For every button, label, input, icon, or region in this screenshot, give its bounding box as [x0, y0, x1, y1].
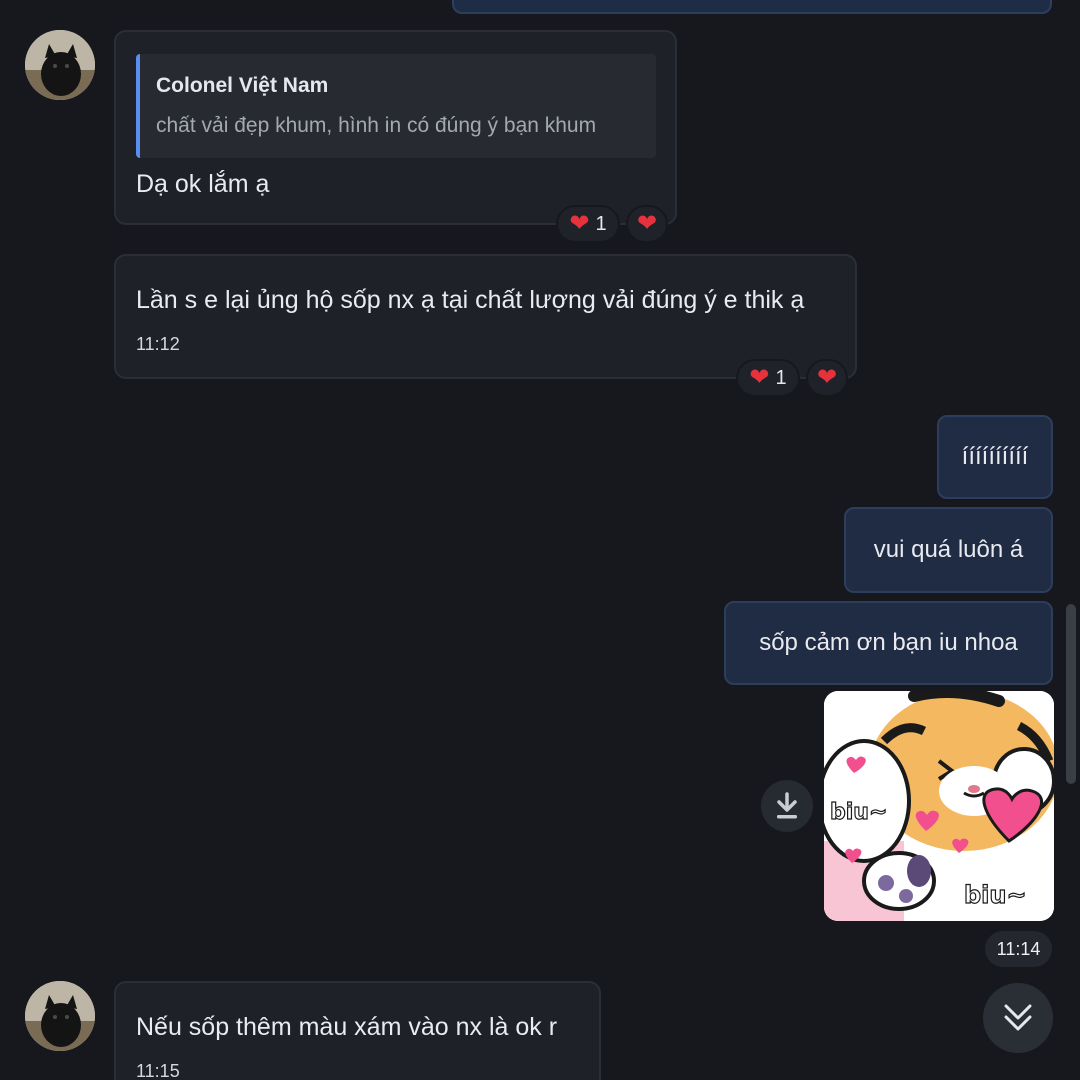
sticker-image[interactable]: biu~ biu~ [824, 691, 1054, 921]
red-heart-icon: ❤ [749, 364, 770, 391]
message-time: 11:15 [136, 1061, 180, 1080]
reaction-chip[interactable]: ❤ 1 [736, 359, 800, 397]
scrollbar-thumb[interactable] [1066, 604, 1076, 784]
cat-avatar-icon [25, 981, 95, 1051]
sticker-text-right: biu~ [964, 881, 1027, 909]
incoming-message-bubble[interactable]: Nếu sốp thêm màu xám vào nx là ok r 11:1… [114, 981, 601, 1080]
reaction-count: 1 [775, 366, 787, 389]
reaction-count: 1 [595, 212, 607, 235]
reply-quote[interactable]: Colonel Việt Nam chất vải đẹp khum, hình… [136, 54, 656, 158]
red-heart-icon: ❤ [569, 210, 590, 237]
tiger-hearts-sticker: biu~ biu~ [824, 691, 1054, 921]
outgoing-bubble-partial [452, 0, 1052, 14]
quote-text: chất vải đẹp khum, hình in có đúng ý bạn… [156, 114, 597, 137]
outgoing-message-bubble[interactable]: íííííííííí [937, 415, 1053, 499]
sticker-text-left: biu~ [830, 800, 887, 825]
avatar[interactable] [25, 981, 95, 1051]
quote-author: Colonel Việt Nam [156, 74, 329, 97]
message-text: sốp cảm ơn bạn iu nhoa [759, 629, 1018, 656]
add-reaction-heart[interactable]: ❤ [626, 205, 668, 243]
add-reaction-heart[interactable]: ❤ [806, 359, 848, 397]
message-time: 11:14 [985, 931, 1052, 967]
red-heart-icon: ❤ [636, 210, 658, 237]
message-text: Lần s e lại ủng hộ sốp nx ạ tại chất lượ… [136, 286, 805, 314]
cat-avatar-icon [25, 30, 95, 100]
red-heart-icon: ❤ [816, 364, 838, 391]
reaction-chip[interactable]: ❤ 1 [556, 205, 620, 243]
message-text: vui quá luôn á [873, 536, 1024, 563]
scroll-to-bottom-button[interactable] [983, 983, 1053, 1053]
message-text: íííííííííí [961, 443, 1029, 470]
message-text: Nếu sốp thêm màu xám vào nx là ok r [136, 1013, 558, 1041]
download-button[interactable] [761, 780, 813, 832]
incoming-message-bubble[interactable]: Colonel Việt Nam chất vải đẹp khum, hình… [114, 30, 677, 225]
message-time: 11:12 [136, 334, 180, 354]
double-chevron-down-icon [1004, 1004, 1032, 1031]
download-icon [777, 792, 797, 819]
outgoing-message-bubble[interactable]: sốp cảm ơn bạn iu nhoa [724, 601, 1053, 685]
message-text: Dạ ok lắm ạ [136, 170, 270, 198]
avatar[interactable] [25, 30, 95, 100]
outgoing-message-bubble[interactable]: vui quá luôn á [844, 507, 1053, 593]
